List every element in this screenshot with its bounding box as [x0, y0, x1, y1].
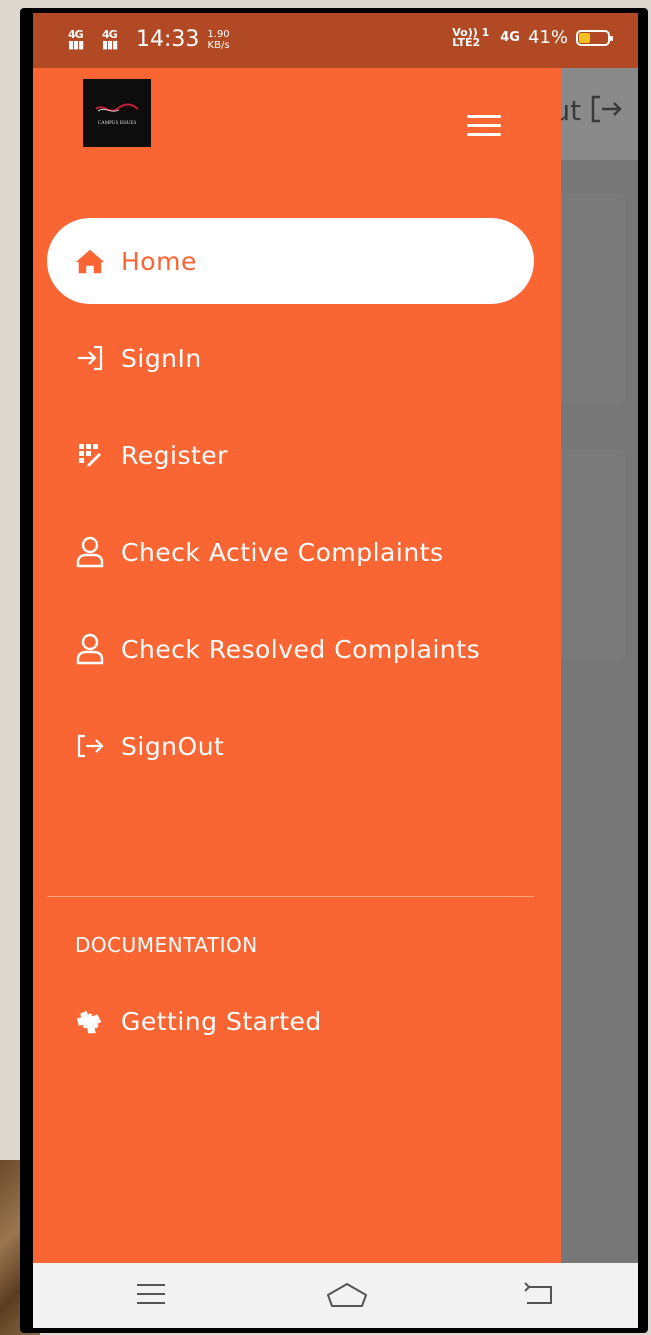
menu-toggle-button[interactable]: [467, 115, 501, 139]
user-icon: [75, 536, 105, 568]
net-speed-unit: KB/s: [207, 39, 230, 51]
battery-percent: 41%: [527, 27, 568, 48]
logout-icon: [591, 95, 622, 123]
signal-label: 4G: [68, 27, 84, 41]
nav-item-label: Check Active Complaints: [121, 537, 444, 567]
battery-fill: [579, 32, 590, 43]
menu-icon: [137, 1284, 165, 1304]
nav-item-label: SignIn: [121, 343, 202, 373]
nav-item-signout[interactable]: SignOut: [47, 703, 534, 789]
logo-swirl-icon: [95, 103, 139, 112]
nav-item-register[interactable]: Register: [47, 412, 534, 498]
signal-indicator: 4G ▮▮▮: [68, 27, 84, 51]
recent-apps-button[interactable]: [135, 1281, 175, 1311]
logo-text: CAMPUS ISSUES: [97, 121, 137, 126]
nav-item-getting-started[interactable]: Getting Started: [47, 978, 534, 1064]
network-type: 4G: [500, 30, 520, 45]
status-bar: 4G ▮▮▮ 4G ▮▮▮ 14:33 1.90 KB/s Vo)) 1 LTE2 …: [33, 13, 638, 68]
nav-item-signin[interactable]: SignIn: [47, 315, 534, 401]
net-speed: 1.90 KB/s: [207, 29, 229, 51]
hamburger-icon: [467, 115, 501, 118]
clock: 14:33: [136, 27, 200, 52]
phone-frame: ut 4G ▮▮▮ 4G ▮▮▮ 14:33 1.90 KB/s Vo)) 1 …: [20, 8, 648, 1333]
hamburger-icon: [467, 124, 501, 127]
nav-item-label: Register: [121, 440, 228, 470]
puzzle-icon: [75, 1006, 105, 1036]
nav-item-resolved-complaints[interactable]: Check Resolved Complaints: [47, 606, 534, 692]
user-icon: [75, 633, 105, 665]
nav-item-active-complaints[interactable]: Check Active Complaints: [47, 509, 534, 595]
nav-item-label: Check Resolved Complaints: [121, 634, 481, 664]
register-icon: [75, 440, 105, 470]
signal-label: 4G: [102, 27, 118, 41]
nav-item-label: Getting Started: [121, 1006, 322, 1036]
screen: ut 4G ▮▮▮ 4G ▮▮▮ 14:33 1.90 KB/s Vo)) 1 …: [33, 13, 638, 1328]
net-speed-value: 1.90: [207, 28, 230, 40]
status-right: Vo)) 1 LTE2 4G 41%: [452, 25, 613, 49]
app-logo[interactable]: CAMPUS ISSUES: [83, 79, 151, 147]
back-button[interactable]: [521, 1281, 561, 1311]
status-left: 4G ▮▮▮ 4G ▮▮▮ 14:33 1.90 KB/s: [68, 27, 230, 52]
system-nav-bar: [33, 1263, 638, 1328]
hamburger-icon: [467, 133, 501, 136]
sign-in-icon: [75, 343, 105, 373]
divider: [47, 896, 534, 897]
nav-item-home[interactable]: Home: [47, 218, 534, 304]
home-icon: [327, 1283, 367, 1307]
home-icon: [75, 246, 105, 276]
back-icon: [524, 1282, 552, 1304]
volte-indicator: Vo)) 1 LTE2: [452, 25, 490, 49]
background-logout: ut: [552, 94, 624, 127]
signal-indicator: 4G ▮▮▮: [102, 27, 118, 51]
nav-item-label: SignOut: [121, 731, 225, 761]
section-heading-documentation: DOCUMENTATION: [75, 933, 258, 957]
nav-item-label: Home: [121, 246, 197, 276]
battery-icon: [576, 29, 613, 46]
home-button[interactable]: [325, 1281, 367, 1311]
navigation-drawer: CAMPUS ISSUES Home SignIn Register Check…: [33, 68, 561, 1263]
sign-out-icon: [75, 731, 105, 761]
